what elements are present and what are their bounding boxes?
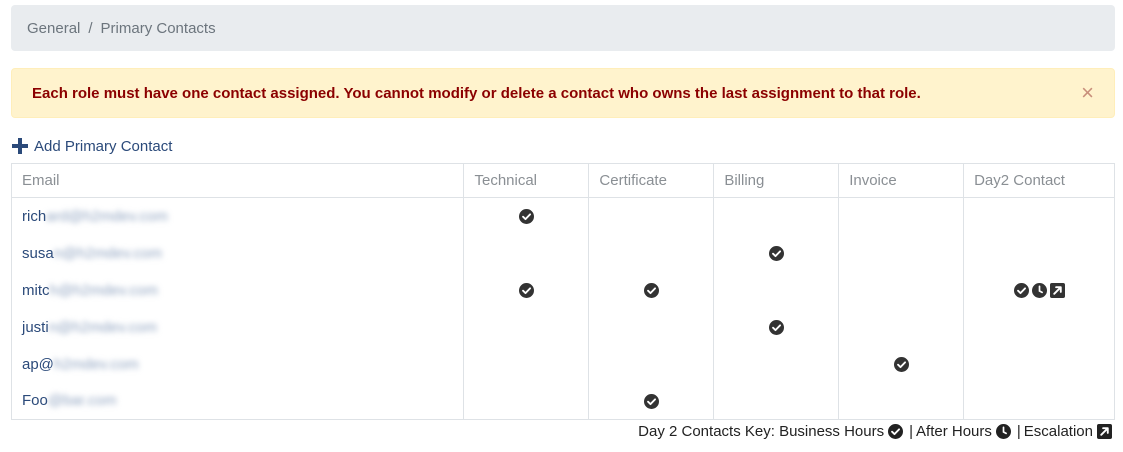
role-cell-invoice [838, 197, 965, 235]
column-header-email[interactable]: Email [10, 163, 465, 198]
warning-alert: Each role must have one contact assigned… [11, 68, 1115, 118]
email-cell[interactable]: susan@h2mdev.com [10, 234, 465, 272]
role-cell-billing [713, 271, 840, 309]
table-row[interactable]: richard@h2mdev.com [10, 197, 1115, 235]
table-row[interactable]: Foo@bar.com [10, 382, 1115, 420]
add-primary-contact-button[interactable]: Add Primary Contact [11, 136, 172, 156]
role-cell-day2 [963, 382, 1115, 420]
role-cell-certificate [588, 345, 715, 383]
email-visible-text: rich [22, 207, 47, 225]
role-cell-day2 [963, 308, 1115, 346]
role-cell-technical [463, 308, 590, 346]
email-visible-text: justi [22, 318, 49, 336]
table-row[interactable]: justin@h2mdev.com [10, 308, 1115, 346]
breadcrumb-separator: / [88, 19, 93, 37]
role-cell-invoice [838, 382, 965, 420]
column-header-certificate[interactable]: Certificate [588, 163, 715, 198]
add-primary-contact-label: Add Primary Contact [34, 137, 173, 155]
email-redacted-text: @bar.com [47, 392, 117, 410]
role-cell-day2 [963, 197, 1115, 235]
role-cell-technical [463, 382, 590, 420]
key-separator: | [909, 423, 914, 440]
column-header-billing[interactable]: Billing [713, 163, 840, 198]
check-circle-icon [518, 283, 534, 299]
role-cell-billing [713, 308, 840, 346]
role-cell-certificate [588, 197, 715, 235]
column-header-day2-contact[interactable]: Day2 Contact [963, 163, 1115, 198]
role-cell-certificate [588, 234, 715, 272]
role-cell-certificate [588, 271, 715, 309]
column-header-invoice[interactable]: Invoice [838, 163, 965, 198]
check-circle-icon [518, 209, 534, 225]
email-cell[interactable]: mitch@h2mdev.com [10, 271, 465, 309]
role-cell-invoice [838, 234, 965, 272]
role-cell-billing [713, 382, 840, 420]
check-circle-icon [643, 393, 659, 409]
email-redacted-text: n@h2mdev.com [48, 318, 158, 336]
role-cell-invoice [838, 345, 965, 383]
breadcrumb-item-primary-contacts: Primary Contacts [100, 19, 216, 37]
key-after-hours-label: After Hours [916, 423, 992, 440]
table-row[interactable]: ap@h2mdev.com [10, 345, 1115, 383]
column-header-technical[interactable]: Technical [463, 163, 590, 198]
role-cell-technical [463, 197, 590, 235]
email-cell[interactable]: justin@h2mdev.com [10, 308, 465, 346]
role-cell-invoice [838, 308, 965, 346]
plus-icon [12, 138, 28, 154]
email-visible-text: susa [22, 244, 54, 262]
primary-contacts-table: Email Technical Certificate Billing Invo… [10, 163, 1115, 420]
role-cell-day2 [963, 271, 1115, 309]
email-cell[interactable]: richard@h2mdev.com [10, 197, 465, 235]
close-icon[interactable]: × [1081, 82, 1094, 104]
key-escalation-label: Escalation [1023, 423, 1093, 440]
role-cell-technical [463, 271, 590, 309]
email-redacted-text: h@h2mdev.com [49, 281, 158, 299]
email-redacted-text: h2mdev.com [53, 355, 139, 373]
escalation-icon [1049, 283, 1065, 299]
key-separator: | [1016, 423, 1021, 440]
email-visible-text: ap@ [22, 355, 54, 373]
table-row[interactable]: susan@h2mdev.com [10, 234, 1115, 272]
key-business-hours-label: Business Hours [779, 423, 885, 440]
check-circle-icon [643, 283, 659, 299]
clock-icon [1031, 283, 1047, 299]
role-cell-billing [713, 234, 840, 272]
role-cell-billing [713, 345, 840, 383]
day2-contacts-key: Day 2 Contacts Key: Business Hours | Aft… [638, 423, 1115, 440]
key-prefix: Day 2 Contacts Key: [638, 423, 775, 440]
role-cell-technical [463, 345, 590, 383]
role-cell-technical [463, 234, 590, 272]
email-redacted-text: ard@h2mdev.com [46, 207, 168, 225]
role-cell-billing [713, 197, 840, 235]
check-circle-icon [1013, 283, 1029, 299]
breadcrumb: General / Primary Contacts [11, 5, 1115, 51]
table-header-row: Email Technical Certificate Billing Invo… [10, 163, 1115, 198]
role-cell-certificate [588, 382, 715, 420]
check-circle-icon [893, 357, 909, 373]
role-cell-invoice [838, 271, 965, 309]
escalation-icon [1097, 424, 1112, 439]
email-cell[interactable]: ap@h2mdev.com [10, 345, 465, 383]
email-cell[interactable]: Foo@bar.com [10, 382, 465, 420]
clock-icon [995, 424, 1011, 439]
role-cell-day2 [963, 234, 1115, 272]
email-redacted-text: n@h2mdev.com [53, 244, 163, 262]
alert-message: Each role must have one contact assigned… [32, 84, 921, 102]
check-circle-icon [888, 424, 904, 439]
email-visible-text: mitc [22, 281, 50, 299]
check-circle-icon [768, 320, 784, 336]
role-cell-day2 [963, 345, 1115, 383]
check-circle-icon [768, 246, 784, 262]
table-row[interactable]: mitch@h2mdev.com [10, 271, 1115, 309]
role-cell-certificate [588, 308, 715, 346]
email-visible-text: Foo [22, 392, 48, 410]
breadcrumb-item-general[interactable]: General [27, 20, 80, 37]
